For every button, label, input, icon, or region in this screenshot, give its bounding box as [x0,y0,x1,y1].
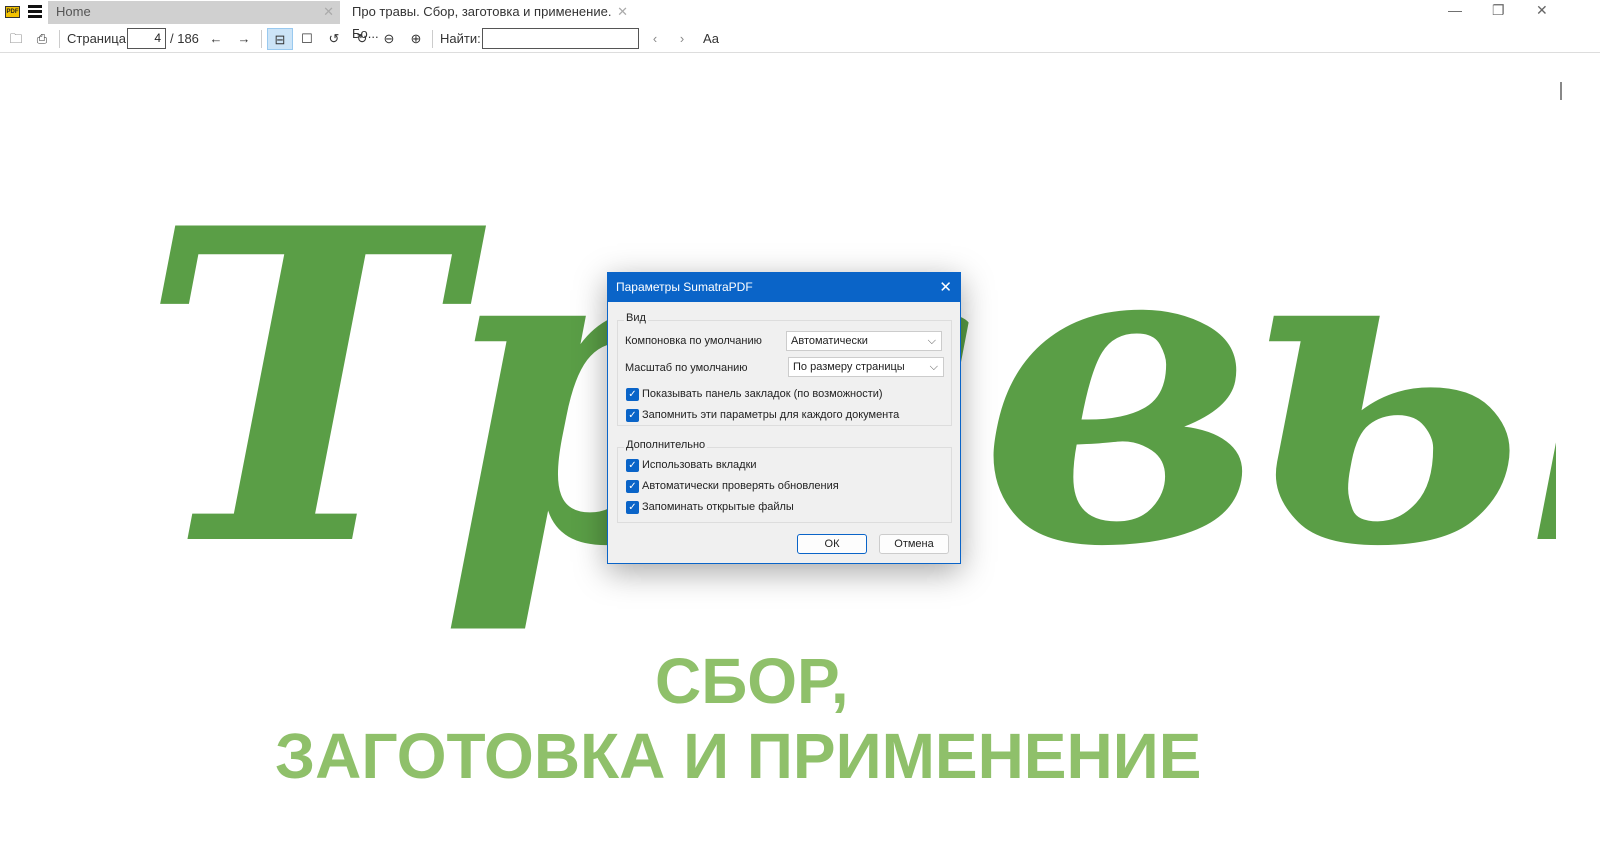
advanced-group: Дополнительно ✓ Использовать вкладки ✓ Авт… [617,439,952,523]
print-icon[interactable]: ⎙ [32,28,52,50]
checkbox-label: Показывать панель закладок (по возможнос… [642,388,883,400]
zoom-select[interactable]: По размеру страницы ⌵ [788,357,944,377]
dialog-titlebar: Параметры SumatraPDF ✕ [608,273,960,302]
select-value: Автоматически [791,335,868,347]
checkbox-label: Автоматически проверять обновления [642,480,839,492]
settings-dialog: Параметры SumatraPDF ✕ Вид Компоновка по … [607,272,961,564]
cover-subtitle-1: СБОР, [655,645,849,717]
close-icon[interactable]: ✕ [939,273,952,302]
view-group: Вид Компоновка по умолчанию Автоматическ… [617,312,952,426]
check-icon: ✓ [626,388,639,401]
minimize-icon[interactable]: — [1448,2,1462,18]
checkbox-show-bookmarks[interactable]: ✓ Показывать панель закладок (по возможно… [626,388,883,401]
find-next-icon[interactable]: › [673,28,691,50]
match-case-icon[interactable]: Aa [700,28,722,50]
prev-page-icon[interactable]: ← [206,28,226,50]
close-tab-icon[interactable]: ✕ [617,1,628,23]
find-prev-icon[interactable]: ‹ [646,28,664,50]
checkbox-remember-settings[interactable]: ✓ Запомнить эти параметры для каждого док… [626,409,899,422]
group-label: Дополнительно [624,439,708,451]
tab-label: Home [56,4,91,19]
chevron-down-icon: ⌵ [929,361,938,373]
page-label: Страница: [67,31,130,46]
single-page-icon[interactable]: ☐ [297,28,317,50]
ok-button[interactable]: ОК [797,534,867,554]
scrollbar-thumb[interactable] [1560,82,1562,100]
rotate-left-icon[interactable]: ↺ [324,28,344,50]
chevron-down-icon: ⌵ [927,335,936,347]
toolbar: 🗀 ⎙ Страница: 4 / 186 ← → ⊟ ☐ ↺ ↻ ⊖ ⊕ На… [0,26,1600,53]
zoom-in-icon[interactable]: ⊕ [406,28,426,50]
layout-label: Компоновка по умолчанию [625,335,762,347]
open-folder-icon[interactable]: 🗀 [6,28,26,50]
close-window-icon[interactable]: ✕ [1536,2,1548,19]
check-icon: ✓ [626,501,639,514]
rotate-right-icon[interactable]: ↻ [352,28,372,50]
dialog-title: Параметры SumatraPDF [616,280,753,294]
continuous-layout-icon[interactable]: ⊟ [267,28,293,50]
close-tab-icon[interactable]: ✕ [323,1,334,23]
zoom-label: Масштаб по умолчанию [625,362,748,374]
check-icon: ✓ [626,459,639,472]
select-value: По размеру страницы [793,361,905,373]
checkbox-label: Использовать вкладки [642,459,757,471]
tab-home[interactable]: Home ✕ [48,1,340,24]
find-label: Найти: [440,31,481,46]
group-label: Вид [624,312,648,324]
check-icon: ✓ [626,480,639,493]
page-number-input[interactable]: 4 [127,28,166,49]
title-bar: PDF Home ✕ Про травы. Сбор, заготовка и п… [0,0,1600,41]
menu-icon[interactable] [28,5,42,19]
checkbox-use-tabs[interactable]: ✓ Использовать вкладки [626,459,757,472]
checkbox-check-updates[interactable]: ✓ Автоматически проверять обновления [626,480,839,493]
cancel-button[interactable]: Отмена [879,534,949,554]
restore-icon[interactable]: ❐ [1492,2,1505,19]
zoom-out-icon[interactable]: ⊖ [379,28,399,50]
check-icon: ✓ [626,409,639,422]
cover-subtitle-2: ЗАГОТОВКА И ПРИМЕНЕНИЕ [275,720,1202,792]
layout-select[interactable]: Автоматически ⌵ [786,331,942,351]
tab-document[interactable]: Про травы. Сбор, заготовка и применение.… [344,1,634,41]
find-input[interactable] [482,28,639,49]
checkbox-label: Запоминать открытые файлы [642,501,794,513]
checkbox-label: Запомнить эти параметры для каждого доку… [642,409,900,421]
next-page-icon[interactable]: → [234,28,254,50]
vertical-scrollbar[interactable] [1556,54,1568,860]
page-total: / 186 [170,31,199,46]
checkbox-remember-files[interactable]: ✓ Запоминать открытые файлы [626,501,794,514]
app-logo: PDF [5,6,20,18]
